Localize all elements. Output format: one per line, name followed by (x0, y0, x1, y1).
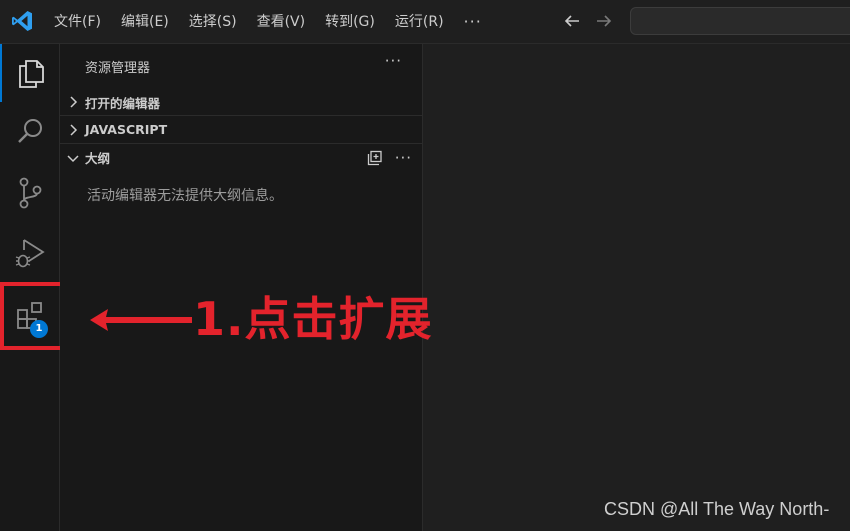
command-center-search[interactable] (630, 7, 850, 35)
sidebar-title: 资源管理器 (85, 61, 151, 76)
vscode-logo-icon (12, 11, 32, 31)
chevron-right-icon (70, 123, 78, 136)
chevron-right-icon (70, 96, 78, 108)
watermark-text: CSDN @All The Way North- (604, 499, 830, 519)
menu-selection[interactable]: 选择(S) (179, 8, 247, 36)
menu-run[interactable]: 运行(R) (385, 8, 454, 36)
menu-more-button[interactable]: ··· (454, 12, 492, 31)
outline-actions: ··· (367, 149, 412, 167)
section-label: 打开的编辑器 (85, 95, 161, 111)
activity-source-control[interactable] (0, 164, 59, 222)
section-outline[interactable]: 大纲 ··· (60, 143, 422, 171)
collapse-all-icon[interactable] (367, 150, 383, 166)
source-control-icon (19, 177, 41, 209)
menu-go[interactable]: 转到(G) (315, 8, 385, 36)
forward-arrow-icon[interactable] (593, 10, 615, 32)
activity-explorer[interactable] (0, 44, 59, 102)
outline-more-button[interactable]: ··· (395, 149, 412, 167)
activity-search[interactable] (0, 102, 59, 160)
section-label: 大纲 (85, 151, 111, 166)
chevron-down-icon (67, 154, 79, 162)
menu-view[interactable]: 查看(V) (247, 8, 316, 36)
files-icon (18, 60, 44, 88)
menu-file[interactable]: 文件(F) (44, 8, 111, 36)
title-bar: 文件(F) 编辑(E) 选择(S) 查看(V) 转到(G) 运行(R) ··· (0, 0, 850, 44)
menu-bar: 文件(F) 编辑(E) 选择(S) 查看(V) 转到(G) 运行(R) ··· (44, 0, 492, 43)
activity-run-debug[interactable] (0, 224, 59, 282)
sidebar-more-button[interactable]: ··· (385, 52, 402, 70)
annotation-text: 1.点击扩展 (193, 292, 433, 346)
search-icon (17, 119, 42, 143)
back-arrow-icon[interactable] (561, 10, 583, 32)
section-javascript[interactable]: JAVASCRIPT (60, 115, 422, 143)
run-debug-icon (15, 239, 45, 268)
section-open-editors[interactable]: 打开的编辑器 (60, 88, 422, 116)
outline-empty-message: 活动编辑器无法提供大纲信息。 (87, 188, 283, 204)
section-label: JAVASCRIPT (85, 122, 168, 137)
menu-edit[interactable]: 编辑(E) (111, 8, 179, 36)
annotation-arrow-icon (90, 309, 192, 331)
